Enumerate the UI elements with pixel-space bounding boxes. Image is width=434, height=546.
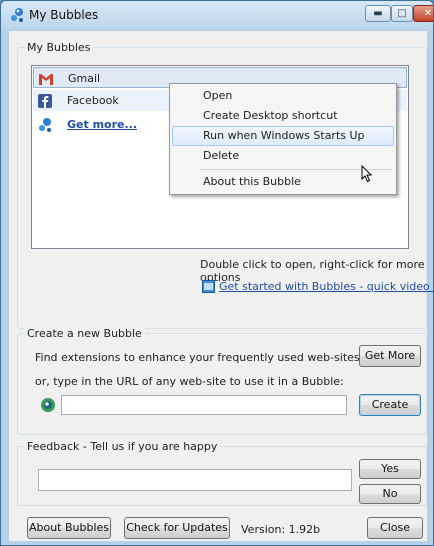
app-window: My Bubbles ▬ □ ✕ My Bubbles Gmail Facebo…: [0, 0, 434, 546]
close-window-button[interactable]: ✕: [413, 5, 433, 22]
globe-icon: [41, 398, 55, 412]
tutorial-link-label: Get started with Bubbles - quick video t…: [219, 280, 433, 293]
find-extensions-text: Find extensions to enhance your frequent…: [35, 351, 360, 364]
close-button[interactable]: Close: [367, 517, 423, 539]
maximize-button[interactable]: □: [391, 5, 413, 22]
menu-item-label: Open: [203, 89, 233, 102]
get-more-button[interactable]: Get More: [359, 345, 421, 367]
create-bubble-group-label: Create a new Bubble: [24, 327, 145, 340]
mouse-cursor-icon: [361, 165, 373, 183]
gmail-icon: [39, 74, 53, 85]
url-instructions-text: or, type in the URL of any web-site to u…: [35, 375, 344, 388]
facebook-icon: [38, 94, 52, 108]
version-label: Version: 1.92b: [241, 523, 321, 536]
no-button[interactable]: No: [359, 484, 421, 504]
bubbles-app-icon: [11, 8, 23, 22]
video-icon: [202, 280, 215, 293]
create-button[interactable]: Create: [359, 394, 421, 416]
menu-item-label: Create Desktop shortcut: [203, 109, 338, 122]
client-area: My Bubbles Gmail Facebook Get more... Do…: [9, 31, 433, 541]
yes-button[interactable]: Yes: [359, 459, 421, 479]
url-input[interactable]: [61, 395, 347, 415]
list-item-label: Facebook: [67, 94, 119, 107]
menu-item-open[interactable]: Open: [172, 86, 394, 106]
title-bar[interactable]: My Bubbles ▬ □ ✕: [1, 1, 433, 29]
my-bubbles-group-label: My Bubbles: [24, 41, 94, 54]
get-more-link[interactable]: Get more...: [67, 118, 137, 131]
check-for-updates-button[interactable]: Check for Updates: [124, 517, 230, 539]
menu-item-label: Run when Windows Starts Up: [203, 129, 365, 142]
maximize-icon: □: [397, 8, 407, 19]
menu-item-label: Delete: [203, 149, 240, 162]
minimize-icon: ▬: [373, 8, 383, 19]
menu-item-label: About this Bubble: [203, 175, 301, 188]
minimize-button[interactable]: ▬: [365, 5, 391, 22]
menu-item-create-desktop-shortcut[interactable]: Create Desktop shortcut: [172, 106, 394, 126]
bubbles-icon: [39, 118, 51, 132]
feedback-group-label: Feedback - Tell us if you are happy: [24, 440, 221, 453]
close-icon: ✕: [423, 8, 433, 19]
about-bubbles-button[interactable]: About Bubbles: [27, 517, 111, 539]
window-title: My Bubbles: [29, 8, 99, 22]
menu-item-run-on-startup[interactable]: Run when Windows Starts Up: [172, 126, 394, 146]
feedback-input[interactable]: [38, 469, 352, 491]
list-item-label: Gmail: [68, 72, 101, 85]
menu-item-delete[interactable]: Delete: [172, 146, 394, 166]
